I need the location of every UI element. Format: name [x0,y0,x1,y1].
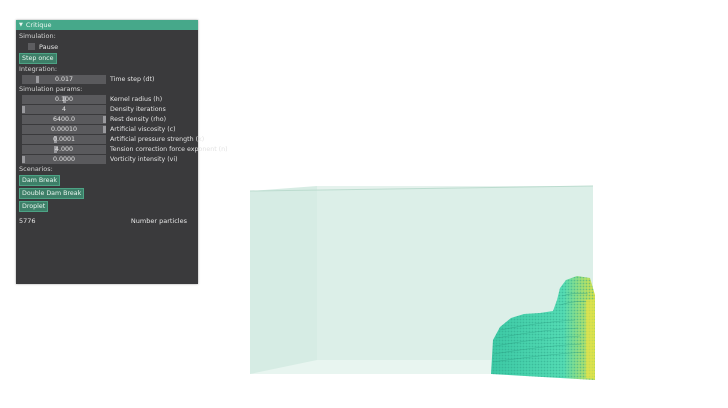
section-simulation: Simulation: [19,32,56,40]
section-integration: Integration: [19,65,58,73]
scenario-double-dam-break-button[interactable]: Double Dam Break [19,188,85,199]
param-slider[interactable]: 0.00010 [22,125,106,134]
param-slider[interactable]: 0.0001 [22,135,106,144]
slider-value: 4 [61,106,66,113]
param-slider[interactable]: 4.000 [22,145,106,154]
slider-label: Tension correction force exponent (n) [110,146,228,153]
param-row: 0.100 Kernel radius (h) [19,95,195,104]
slider-label: Artificial viscosity (c) [110,126,176,133]
slider-value: 0.100 [54,96,74,103]
param-slider[interactable]: 4 [22,105,106,114]
param-row: 0.0000 Vorticity intensity (vi) [19,155,195,164]
section-scenarios: Scenarios: [19,165,53,173]
control-panel: ▼ Critique Simulation: Pause Step once I… [16,20,228,284]
slider-label: Artificial pressure strength (k) [110,136,205,143]
pause-checkbox[interactable] [28,43,35,50]
slider-value: 0.0000 [52,156,76,163]
slider-label: Rest density (rho) [110,116,167,123]
pause-label: Pause [39,42,59,51]
slider-value: 0.0001 [52,136,76,143]
param-slider[interactable]: 0.0000 [22,155,106,164]
slider-label: Kernel radius (h) [110,96,163,103]
slider-label: Vorticity intensity (vi) [110,156,178,163]
panel-titlebar[interactable]: ▼ Critique [16,20,198,30]
panel-title: Critique [25,21,52,29]
scenario-droplet-button[interactable]: Droplet [19,201,49,212]
param-row: 4.000 Tension correction force exponent (… [19,145,228,154]
slider-value: 0.00010 [50,126,78,133]
scenario-dam-break-button[interactable]: Dam Break [19,175,60,186]
section-params: Simulation params: [19,85,83,93]
param-row: 4 Density iterations [19,105,195,114]
slider-value: 6400.0 [52,116,76,123]
slider-value: 4.000 [54,146,74,153]
particle-count-label: Number particles [130,217,187,225]
param-slider[interactable]: 6400.0 [22,115,106,124]
param-row: 6400.0 Rest density (rho) [19,115,195,124]
slider-label: Time step (dt) [110,76,155,83]
slider-label: Density iterations [110,106,166,113]
param-slider[interactable]: 0.100 [22,95,106,104]
slider-value: 0.017 [54,76,74,83]
particle-count: 5776 [19,217,36,225]
time-step-slider[interactable]: 0.017 [22,75,106,84]
param-row: 0.0001 Artificial pressure strength (k) [19,135,204,144]
time-step-row: 0.017 Time step (dt) [19,75,195,84]
collapse-triangle-icon[interactable]: ▼ [19,22,23,28]
step-once-button[interactable]: Step once [19,53,57,64]
param-row: 0.00010 Artificial viscosity (c) [19,125,195,134]
